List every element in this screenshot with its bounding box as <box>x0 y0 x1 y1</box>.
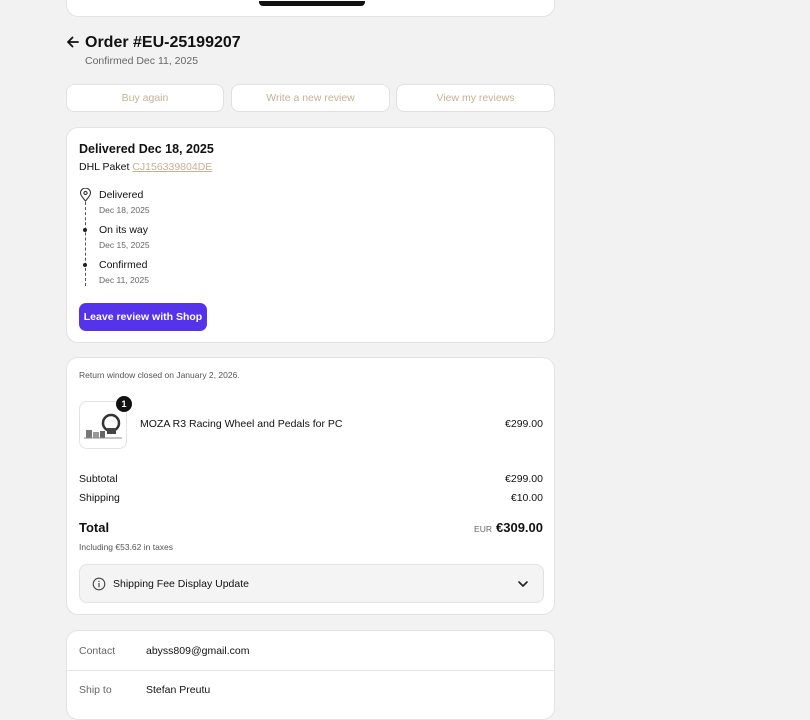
timeline-step-label: Confirmed <box>99 259 148 271</box>
delivery-timeline: Delivered Dec 18, 2025 On its way Dec 15… <box>79 188 279 298</box>
info-icon <box>92 577 106 591</box>
ship-to-label: Ship to <box>79 684 112 696</box>
total-label: Total <box>79 520 110 535</box>
contact-label: Contact <box>79 645 116 657</box>
total-amount: EUR €309.00 <box>474 520 543 535</box>
timeline-step-date: Dec 18, 2025 <box>99 205 150 215</box>
timeline-dot <box>83 228 87 232</box>
page-title: Order #EU-25199207 <box>85 34 241 51</box>
top-card-bar <box>259 1 365 6</box>
carrier-info: DHL Paket CJ156339804DE <box>79 161 212 173</box>
total-value: €309.00 <box>496 520 543 535</box>
delivery-status-title: Delivered Dec 18, 2025 <box>79 142 214 156</box>
ship-to-name: Stefan Preutu <box>146 684 211 696</box>
subtotal-label: Subtotal <box>79 473 118 485</box>
timeline-step-label: Delivered <box>99 189 144 201</box>
delivery-card: Delivered Dec 18, 2025 DHL Paket CJ15633… <box>66 127 555 343</box>
leave-review-button[interactable]: Leave review with Shop <box>79 303 207 331</box>
location-pin-icon <box>79 188 92 202</box>
subtotal-value: €299.00 <box>505 473 543 485</box>
timeline-step-date: Dec 11, 2025 <box>99 275 149 285</box>
timeline-line <box>85 202 86 286</box>
tax-note: Including €53.62 in taxes <box>79 542 174 552</box>
timeline-dot <box>83 263 87 267</box>
shipping-fee-notice[interactable]: Shipping Fee Display Update <box>79 564 544 603</box>
top-card <box>66 0 555 17</box>
order-summary-card: Return window closed on January 2, 2026.… <box>66 357 555 615</box>
buy-again-button[interactable]: Buy again <box>66 84 224 112</box>
quantity-badge: 1 <box>116 396 132 412</box>
contact-card: Contact abyss809@gmail.com Ship to Stefa… <box>66 630 555 720</box>
timeline-step-label: On its way <box>99 224 149 236</box>
chevron-down-icon[interactable] <box>517 578 529 590</box>
contact-email: abyss809@gmail.com <box>146 645 250 657</box>
timeline-step-date: Dec 15, 2025 <box>99 240 150 250</box>
shipping-value: €10.00 <box>510 492 543 504</box>
return-window-note: Return window closed on January 2, 2026. <box>79 370 240 380</box>
view-reviews-button[interactable]: View my reviews <box>396 84 555 112</box>
carrier-name: DHL Paket <box>79 161 130 173</box>
fee-notice-label: Shipping Fee Display Update <box>113 578 249 590</box>
order-confirmed-date: Confirmed Dec 11, 2025 <box>85 55 199 67</box>
write-review-button[interactable]: Write a new review <box>231 84 390 112</box>
shipping-label: Shipping <box>79 492 120 504</box>
product-price: €299.00 <box>505 418 543 430</box>
back-arrow-icon[interactable] <box>66 34 80 50</box>
currency-code: EUR <box>474 524 492 534</box>
product-name: MOZA R3 Racing Wheel and Pedals for PC <box>140 418 343 430</box>
divider <box>67 670 554 671</box>
tracking-link[interactable]: CJ156339804DE <box>132 161 212 173</box>
